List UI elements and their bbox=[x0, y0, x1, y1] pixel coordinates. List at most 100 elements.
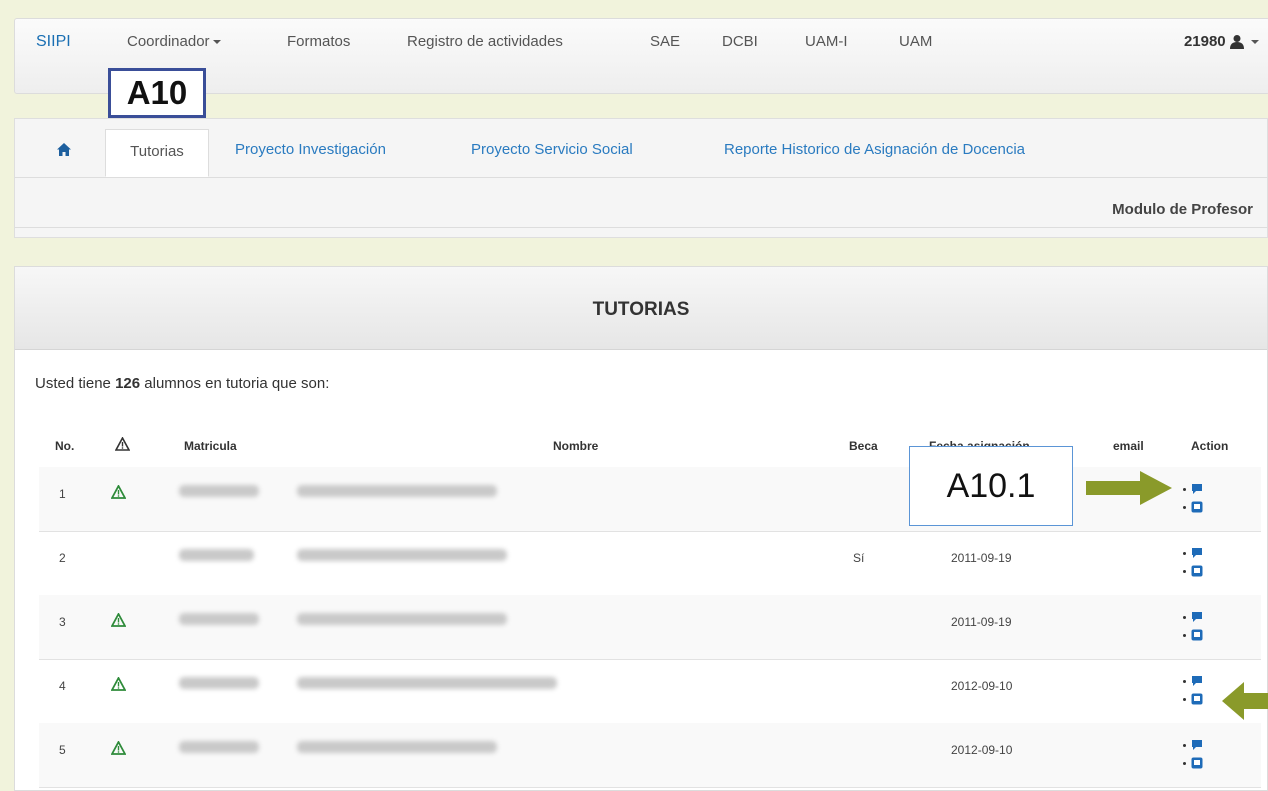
message-icon bbox=[1191, 629, 1203, 641]
module-label: Modulo de Profesor bbox=[1112, 201, 1253, 218]
nav-coordinador[interactable]: Coordinador bbox=[127, 33, 221, 50]
nav-coordinador-label: Coordinador bbox=[127, 33, 210, 50]
message-action[interactable] bbox=[1183, 755, 1213, 773]
comment-icon bbox=[1192, 484, 1202, 494]
fecha-asignacion-value: 2012-09-10 bbox=[951, 743, 1013, 757]
table-row: 3 2011-09-19 bbox=[39, 595, 1261, 660]
row-actions bbox=[1183, 673, 1213, 709]
message-icon bbox=[1191, 693, 1203, 705]
bullet bbox=[1183, 506, 1186, 509]
warning-triangle-icon bbox=[110, 740, 127, 760]
comment-action[interactable] bbox=[1183, 737, 1213, 755]
nav-sae[interactable]: SAE bbox=[650, 33, 680, 50]
tab-proyecto-investigacion[interactable]: Proyecto Investigación bbox=[235, 141, 386, 158]
arrow-left-icon bbox=[1222, 682, 1268, 720]
callout-a10: A10 bbox=[108, 68, 206, 118]
nombre-redacted bbox=[297, 677, 557, 689]
nav-dcbi[interactable]: DCBI bbox=[722, 33, 758, 50]
nombre-redacted bbox=[297, 549, 507, 561]
bullet bbox=[1183, 680, 1186, 683]
user-id: 21980 bbox=[1183, 33, 1226, 50]
row-number: 5 bbox=[59, 743, 66, 757]
table-row: 2 Sí 2011-09-19 bbox=[39, 531, 1261, 596]
fecha-asignacion-value: 2011-09-19 bbox=[951, 551, 1012, 565]
row-number: 2 bbox=[59, 551, 66, 565]
bullet bbox=[1183, 762, 1186, 765]
user-icon bbox=[1229, 35, 1244, 49]
comment-action[interactable] bbox=[1183, 673, 1213, 691]
th-beca[interactable]: Beca bbox=[849, 439, 878, 453]
warning-header-icon bbox=[114, 436, 131, 454]
arrow-right-icon bbox=[1086, 471, 1172, 505]
nav-registro-actividades[interactable]: Registro de actividades bbox=[407, 33, 563, 50]
message-action[interactable] bbox=[1183, 563, 1213, 581]
matricula-redacted bbox=[179, 677, 259, 689]
row-number: 4 bbox=[59, 679, 66, 693]
nombre-redacted bbox=[297, 485, 497, 497]
home-tab[interactable] bbox=[57, 143, 71, 160]
user-menu[interactable]: 21980 bbox=[1184, 33, 1259, 50]
comment-action[interactable] bbox=[1183, 609, 1213, 627]
home-icon bbox=[57, 143, 71, 156]
bullet bbox=[1183, 552, 1186, 555]
caret-down-icon bbox=[212, 40, 221, 45]
row-actions bbox=[1183, 737, 1213, 773]
message-action[interactable] bbox=[1183, 627, 1213, 645]
message-action[interactable] bbox=[1183, 691, 1213, 709]
row-actions bbox=[1183, 609, 1213, 645]
module-subnav: Tutorias Proyecto Investigación Proyecto… bbox=[14, 118, 1268, 238]
comment-action[interactable] bbox=[1183, 545, 1213, 563]
comment-action[interactable] bbox=[1183, 481, 1213, 499]
nombre-redacted bbox=[297, 741, 497, 753]
th-email[interactable]: email bbox=[1113, 439, 1144, 453]
row-actions bbox=[1183, 481, 1213, 517]
summary-suffix: alumnos en tutoria que son: bbox=[144, 375, 330, 392]
callout-a10-1: A10.1 bbox=[909, 446, 1073, 526]
th-action: Action bbox=[1191, 439, 1229, 453]
row-number: 3 bbox=[59, 615, 66, 629]
matricula-redacted bbox=[179, 613, 259, 625]
tutorias-panel: TUTORIAS Usted tiene 126 alumnos en tuto… bbox=[14, 266, 1268, 791]
fecha-asignacion-value: 2011-09-19 bbox=[951, 615, 1012, 629]
panel-header: TUTORIAS bbox=[15, 267, 1267, 350]
bullet bbox=[1183, 698, 1186, 701]
th-nombre[interactable]: Nombre bbox=[553, 439, 598, 453]
matricula-redacted bbox=[179, 485, 259, 497]
summary-count: 126 bbox=[115, 375, 141, 392]
warning-triangle-icon bbox=[110, 612, 127, 632]
comment-icon bbox=[1192, 676, 1202, 686]
row-number: 1 bbox=[59, 487, 66, 501]
tab-tutorias[interactable]: Tutorias bbox=[105, 129, 209, 177]
table-row: 4 2012-09-10 bbox=[39, 659, 1261, 724]
message-icon bbox=[1191, 757, 1203, 769]
panel-title: TUTORIAS bbox=[592, 299, 690, 320]
brand-link[interactable]: SIIPI bbox=[36, 33, 71, 51]
fecha-asignacion-value: 2012-09-10 bbox=[951, 679, 1013, 693]
summary-prefix: Usted tiene bbox=[35, 375, 111, 392]
matricula-redacted bbox=[179, 549, 254, 561]
message-action[interactable] bbox=[1183, 499, 1213, 517]
table-row: 12011-09-20 bbox=[39, 467, 1261, 532]
table-row: 5 2012-09-10 bbox=[39, 723, 1261, 788]
bullet bbox=[1183, 744, 1186, 747]
row-actions bbox=[1183, 545, 1213, 581]
message-icon bbox=[1191, 501, 1203, 513]
tab-reporte-historico[interactable]: Reporte Historico de Asignación de Docen… bbox=[724, 141, 1025, 158]
nav-uam[interactable]: UAM bbox=[899, 33, 932, 50]
caret-down-icon bbox=[1251, 40, 1259, 45]
comment-icon bbox=[1192, 612, 1202, 622]
comment-icon bbox=[1192, 740, 1202, 750]
module-tabs: Tutorias Proyecto Investigación Proyecto… bbox=[15, 119, 1267, 178]
th-no: No. bbox=[55, 439, 75, 453]
th-matricula[interactable]: Matricula bbox=[184, 439, 237, 453]
warning-triangle-icon bbox=[110, 484, 127, 504]
comment-icon bbox=[1192, 548, 1202, 558]
message-icon bbox=[1191, 565, 1203, 577]
nav-formatos[interactable]: Formatos bbox=[287, 33, 350, 50]
tutorias-summary: Usted tiene 126 alumnos en tutoria que s… bbox=[35, 375, 329, 392]
beca-value: Sí bbox=[853, 551, 865, 565]
nav-uam-i[interactable]: UAM-I bbox=[805, 33, 848, 50]
tab-proyecto-servicio-social[interactable]: Proyecto Servicio Social bbox=[471, 141, 633, 158]
matricula-redacted bbox=[179, 741, 259, 753]
bullet bbox=[1183, 634, 1186, 637]
